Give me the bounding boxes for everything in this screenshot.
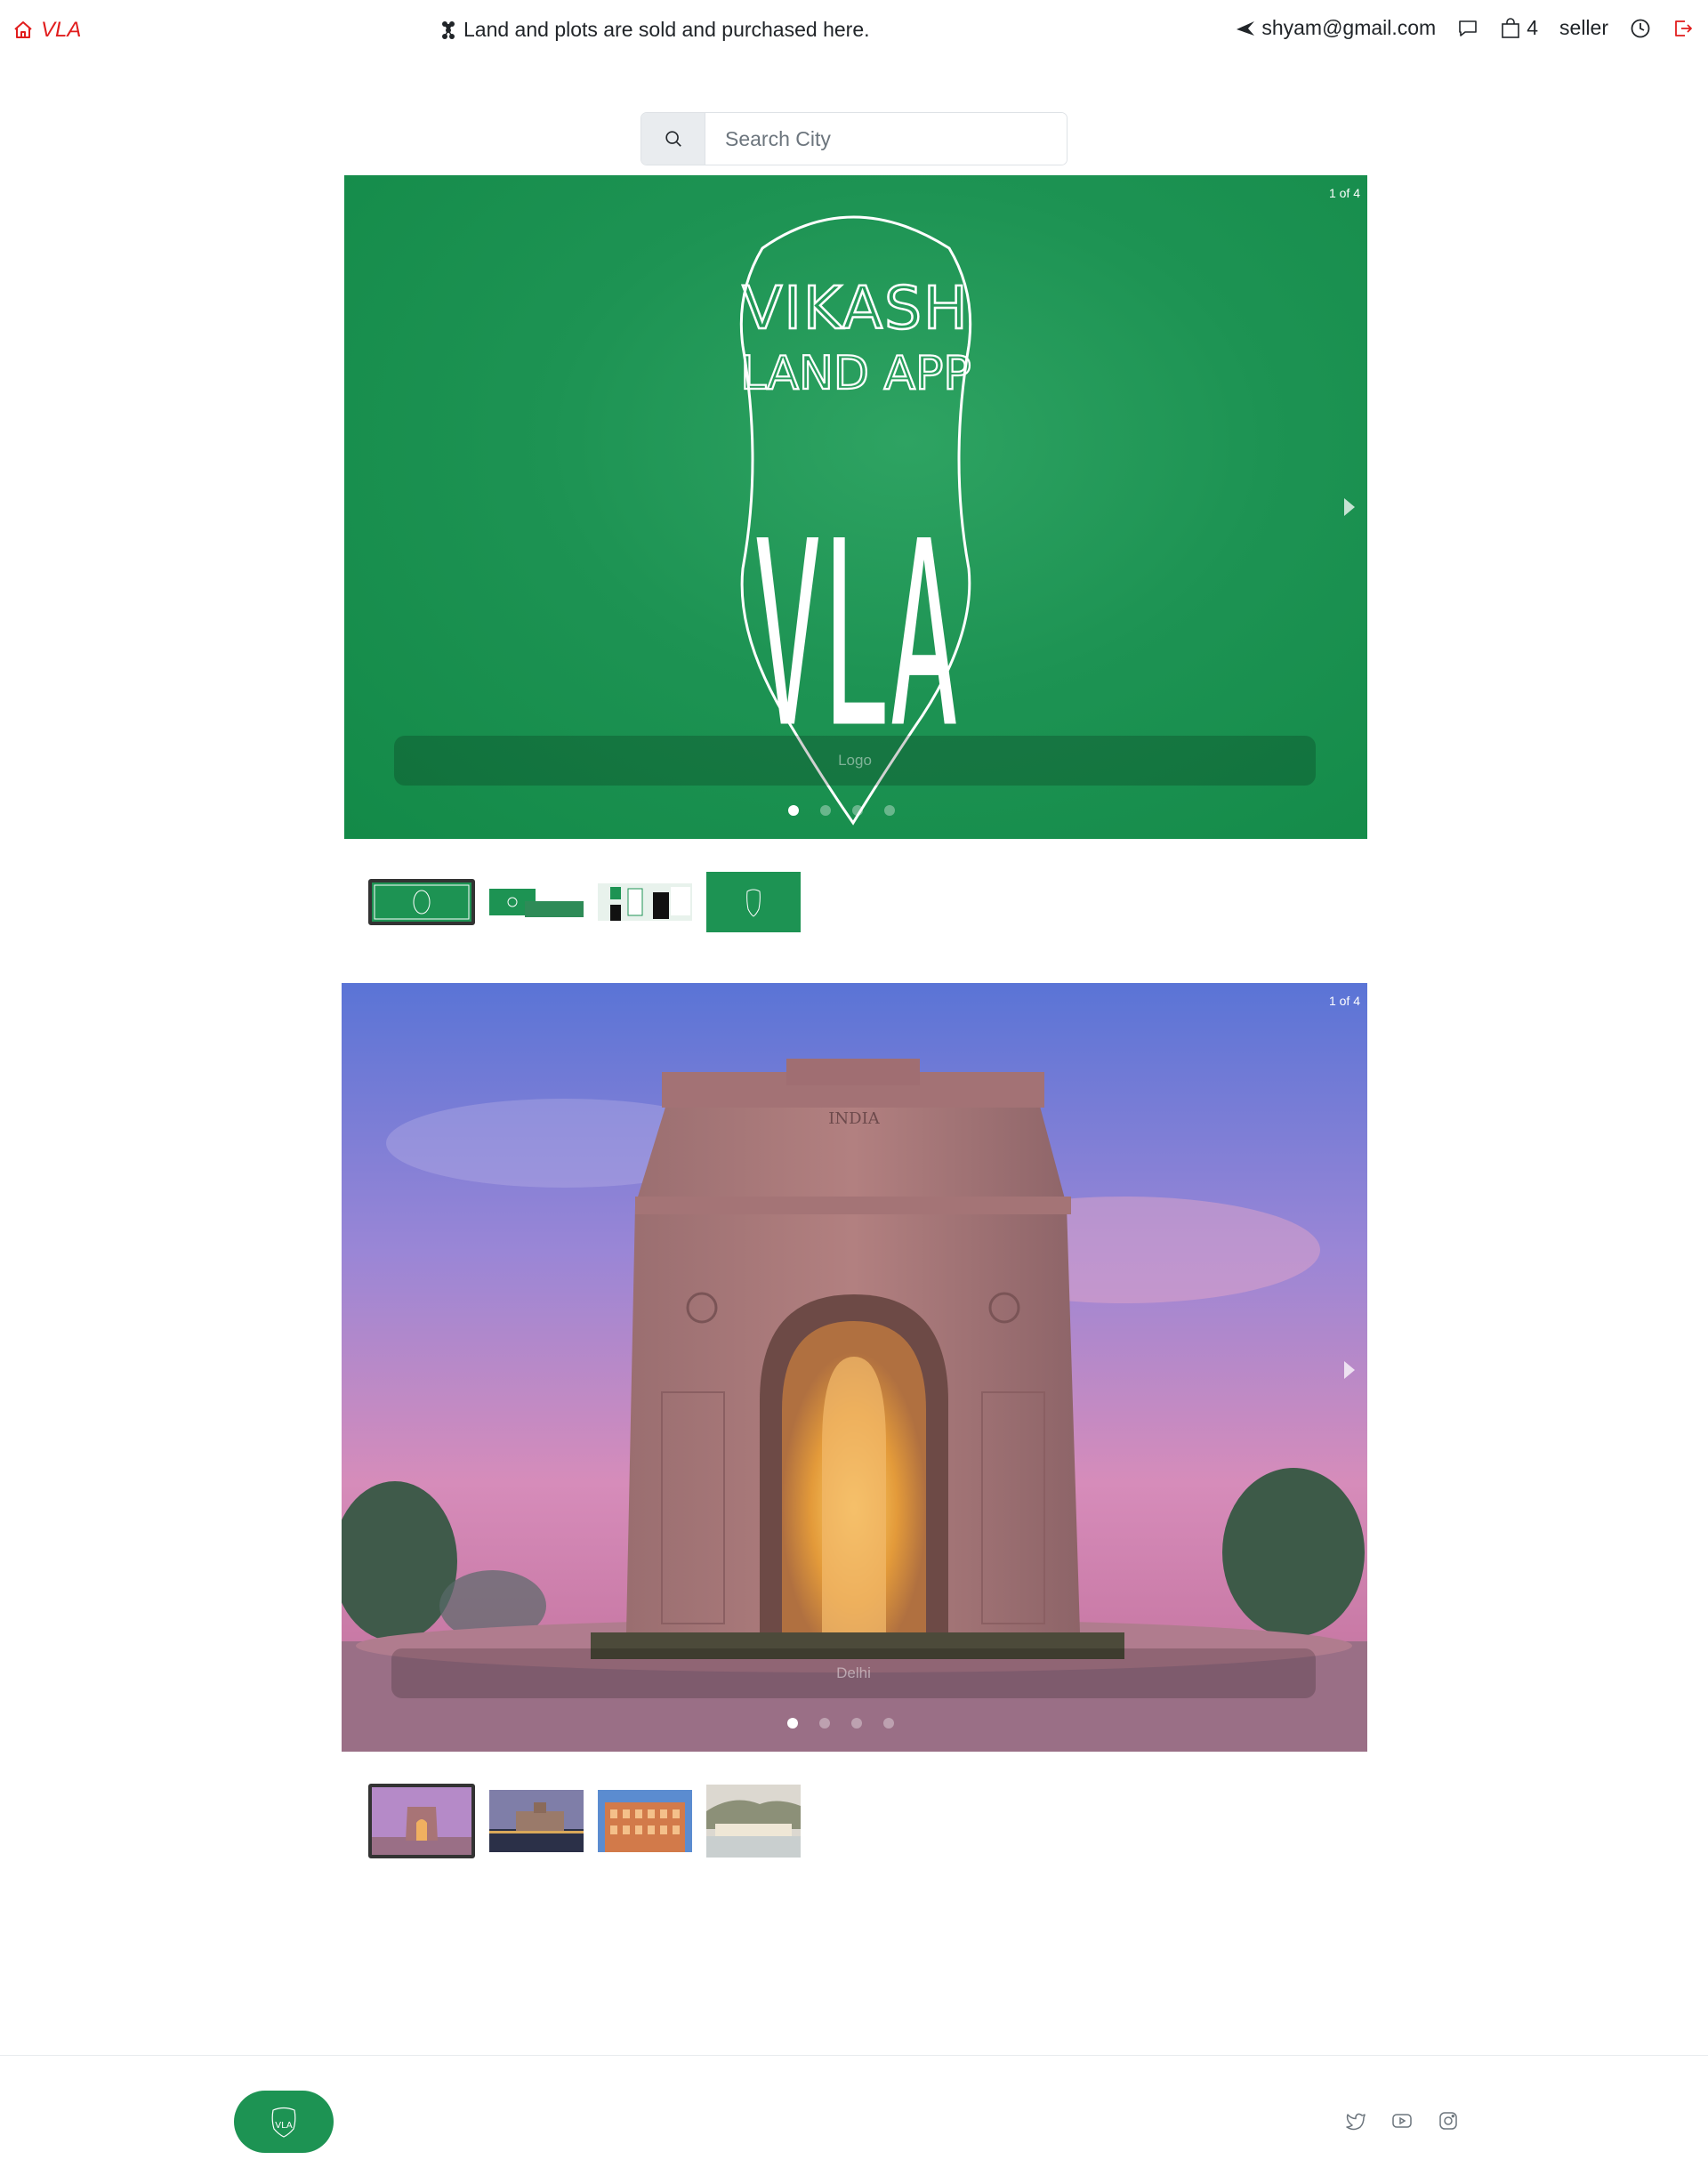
brand-home-link[interactable]: VLA	[12, 18, 81, 43]
instagram-icon[interactable]	[1438, 2110, 1459, 2132]
brand-name: VLA	[41, 18, 82, 42]
slide-indicators	[342, 1718, 1353, 1729]
slide-indicator[interactable]	[852, 805, 863, 816]
next-slide-button[interactable]	[1344, 1361, 1355, 1379]
city-carousel: INDIA 1 of 4 Delhi	[342, 983, 1367, 1752]
thumbnail[interactable]	[598, 1790, 692, 1852]
logo-line-2: LAND APP	[740, 347, 971, 400]
home-icon	[14, 21, 32, 38]
nav-right: shyam@gmail.com 4 seller	[1235, 16, 1694, 40]
youtube-icon[interactable]	[1391, 2110, 1413, 2132]
slide-indicator[interactable]	[786, 1718, 798, 1729]
thumbnail[interactable]	[489, 887, 584, 917]
vla-logo-image: VIKASH LAND APP VLA	[739, 215, 972, 826]
vla-logo-small-icon: VLA	[271, 2107, 296, 2138]
thumbnail[interactable]	[368, 879, 475, 925]
slide-caption: Delhi	[391, 1648, 1316, 1698]
slide-indicator[interactable]	[788, 805, 799, 816]
chat-icon	[1459, 20, 1478, 36]
thumbnail[interactable]	[706, 872, 801, 932]
send-icon	[1237, 20, 1255, 36]
slide-indicator[interactable]	[820, 805, 831, 816]
logout-icon	[1675, 20, 1692, 36]
udaipur-thumb-image	[706, 1785, 801, 1858]
search-icon	[665, 131, 681, 147]
slide-indicator[interactable]	[818, 1718, 830, 1729]
search-input[interactable]	[705, 113, 1067, 165]
mumbai-thumb-image	[489, 1790, 584, 1852]
bag-icon	[1502, 17, 1520, 38]
twitter-icon[interactable]	[1345, 2110, 1366, 2132]
next-slide-button[interactable]	[1344, 498, 1355, 516]
tagline-text: Land and plots are sold and purchased he…	[463, 18, 870, 41]
navbar: VLA Land and plots are sold and purchase…	[0, 0, 1708, 60]
user-email: shyam@gmail.com	[1261, 16, 1437, 39]
footer-logo[interactable]: VLA	[234, 2091, 334, 2153]
cart-button[interactable]: 4	[1500, 16, 1538, 40]
cart-count: 4	[1527, 16, 1539, 39]
user-email-link[interactable]: shyam@gmail.com	[1235, 16, 1436, 40]
social-links	[1345, 2110, 1459, 2132]
logout-button[interactable]	[1672, 18, 1694, 39]
city-thumbnails	[368, 1784, 801, 1858]
green-logo-thumb-image	[706, 872, 801, 932]
slide-counter: 1 of 4	[1328, 994, 1360, 1008]
jaipur-thumb-image	[598, 1790, 692, 1852]
slide-indicator[interactable]	[884, 805, 895, 816]
footer-divider	[0, 2055, 1708, 2056]
history-button[interactable]	[1630, 18, 1651, 39]
slide-indicator[interactable]	[882, 1718, 894, 1729]
thumbnail[interactable]	[489, 1790, 584, 1852]
slide-caption: Logo	[394, 736, 1316, 786]
thumbnail[interactable]	[706, 1785, 801, 1858]
logo-line-1: VIKASH	[742, 274, 969, 343]
vla-logo-thumb-image	[372, 882, 471, 922]
tagline: Land and plots are sold and purchased he…	[440, 18, 870, 42]
india-gate-image: INDIA	[342, 983, 1367, 1752]
monument-inscription: INDIA	[828, 1109, 880, 1128]
slide-indicator[interactable]	[850, 1718, 862, 1729]
thumbnail[interactable]	[598, 883, 692, 921]
slide-indicators	[344, 805, 1353, 816]
stationery-image	[598, 883, 692, 921]
search-button[interactable]	[641, 113, 705, 165]
city-search	[640, 112, 1068, 165]
slide-counter: 1 of 4	[1328, 186, 1360, 200]
thumbnail[interactable]	[368, 1784, 475, 1858]
india-gate-thumb-image	[372, 1787, 471, 1855]
messages-button[interactable]	[1457, 18, 1478, 39]
business-card-image	[489, 887, 584, 917]
logo-thumbnails	[368, 872, 801, 932]
user-role: seller	[1559, 16, 1608, 39]
footer-logo-monogram: VLA	[275, 2121, 293, 2131]
logo-carousel: 1 of 4 VIKASH LAND APP VLA Logo	[344, 175, 1367, 839]
role-link[interactable]: seller	[1559, 16, 1608, 40]
network-icon	[442, 20, 455, 39]
clock-icon	[1631, 19, 1650, 37]
